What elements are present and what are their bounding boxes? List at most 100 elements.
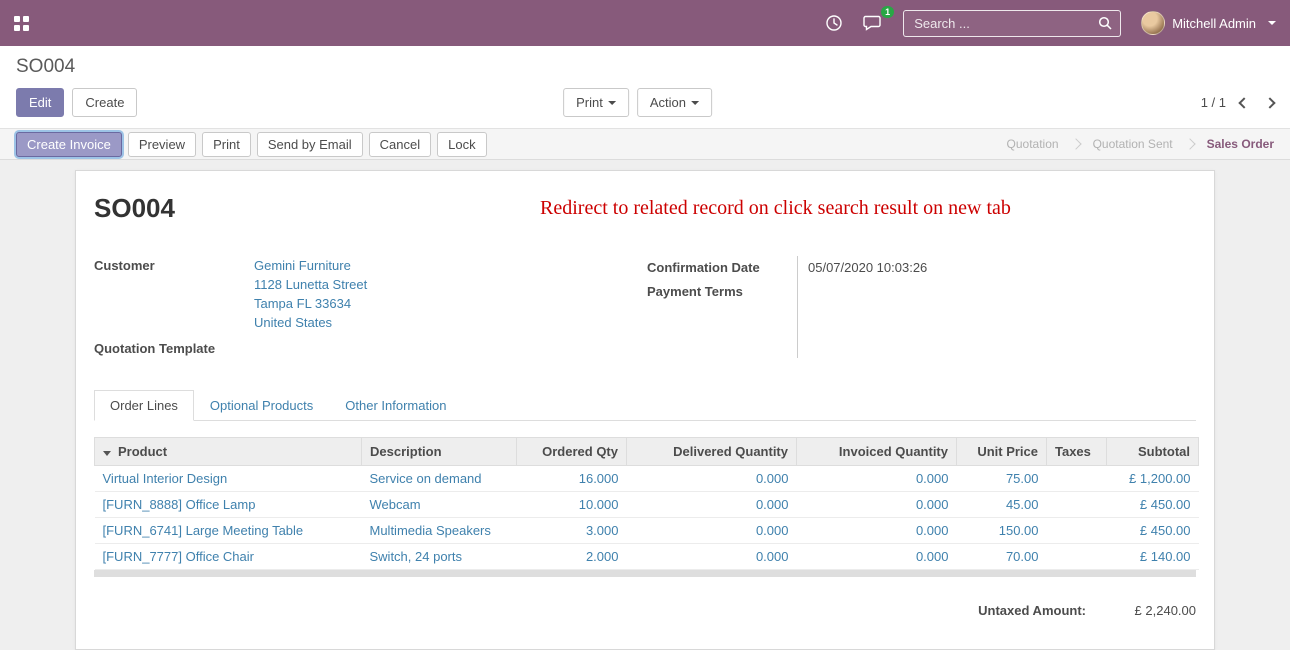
user-avatar xyxy=(1141,11,1165,35)
messages-icon[interactable]: 1 xyxy=(863,14,883,32)
content-area: SO004 Redirect to related record on clic… xyxy=(0,160,1290,650)
create-button[interactable]: Create xyxy=(72,88,137,117)
tab-other-information[interactable]: Other Information xyxy=(329,390,462,421)
untaxed-amount-value: £ 2,240.00 xyxy=(1086,603,1196,618)
create-invoice-button[interactable]: Create Invoice xyxy=(16,132,122,157)
cell-description: Webcam xyxy=(362,492,517,518)
column-header-unit-price[interactable]: Unit Price xyxy=(957,438,1047,466)
print-dropdown-button[interactable]: Print xyxy=(563,88,629,117)
cell-ordered-qty: 10.000 xyxy=(517,492,627,518)
column-header-delivered-quantity[interactable]: Delivered Quantity xyxy=(627,438,797,466)
cell-delivered-qty: 0.000 xyxy=(627,518,797,544)
edit-button[interactable]: Edit xyxy=(16,88,64,117)
column-header-subtotal[interactable]: Subtotal xyxy=(1107,438,1199,466)
order-lines-table: Product Description Ordered Qty Delivere… xyxy=(94,437,1199,570)
customer-value[interactable]: Gemini Furniture 1128 Lunetta Street Tam… xyxy=(254,256,647,332)
edit-create-group: Edit Create xyxy=(16,88,137,117)
table-header-row: Product Description Ordered Qty Delivere… xyxy=(95,438,1199,466)
column-header-ordered-qty[interactable]: Ordered Qty xyxy=(517,438,627,466)
print-button[interactable]: Print xyxy=(202,132,251,157)
column-header-label: Product xyxy=(118,444,167,459)
user-menu[interactable]: Mitchell Admin xyxy=(1141,11,1276,35)
tab-optional-products[interactable]: Optional Products xyxy=(194,390,329,421)
cell-unit-price: 75.00 xyxy=(957,466,1047,492)
notebook-tabs: Order Lines Optional Products Other Info… xyxy=(94,390,1196,421)
column-header-invoiced-quantity[interactable]: Invoiced Quantity xyxy=(797,438,957,466)
table-bottom-strip xyxy=(94,570,1196,577)
cell-description: Multimedia Speakers xyxy=(362,518,517,544)
cell-product[interactable]: [FURN_6741] Large Meeting Table xyxy=(95,518,362,544)
sheet-header: SO004 Redirect to related record on clic… xyxy=(94,189,1196,224)
column-sort-caret-icon xyxy=(103,451,111,456)
breadcrumb[interactable]: SO004 xyxy=(16,55,1274,79)
confirmation-date-label: Confirmation Date xyxy=(647,256,797,280)
systray: 1 Mitchell Admin xyxy=(825,10,1276,37)
payment-terms-label: Payment Terms xyxy=(647,280,797,304)
pager-previous-icon[interactable] xyxy=(1238,97,1249,108)
column-header-taxes[interactable]: Taxes xyxy=(1047,438,1107,466)
untaxed-amount-label: Untaxed Amount: xyxy=(978,603,1086,618)
activities-clock-icon[interactable] xyxy=(825,14,843,32)
column-header-product[interactable]: Product xyxy=(95,438,362,466)
cell-ordered-qty: 2.000 xyxy=(517,544,627,570)
form-sheet: SO004 Redirect to related record on clic… xyxy=(75,170,1215,650)
cell-subtotal: £ 450.00 xyxy=(1107,492,1199,518)
print-action-group: Print Action xyxy=(563,88,712,117)
apps-menu-icon[interactable] xyxy=(14,16,29,31)
cell-invoiced-qty: 0.000 xyxy=(797,518,957,544)
red-annotation-text: Redirect to related record on click sear… xyxy=(175,197,1196,220)
tab-order-lines[interactable]: Order Lines xyxy=(94,390,194,421)
order-line-row[interactable]: [FURN_7777] Office Chair Switch, 24 port… xyxy=(95,544,1199,570)
send-by-email-button[interactable]: Send by Email xyxy=(257,132,363,157)
customer-street: 1128 Lunetta Street xyxy=(254,275,647,294)
cancel-button[interactable]: Cancel xyxy=(369,132,431,157)
chevron-down-icon xyxy=(608,101,616,105)
control-panel-buttons-row: Edit Create Print Action 1 / 1 xyxy=(16,88,1274,117)
chevron-right-icon xyxy=(1070,138,1081,149)
confirmation-date-value: 05/07/2020 10:03:26 xyxy=(808,256,1196,280)
cell-subtotal: £ 450.00 xyxy=(1107,518,1199,544)
chevron-down-icon xyxy=(1268,21,1276,25)
cell-subtotal: £ 1,200.00 xyxy=(1107,466,1199,492)
pager: 1 / 1 xyxy=(1201,95,1274,110)
order-line-row[interactable]: Virtual Interior Design Service on deman… xyxy=(95,466,1199,492)
cell-taxes xyxy=(1047,518,1107,544)
cell-delivered-qty: 0.000 xyxy=(627,466,797,492)
cell-invoiced-qty: 0.000 xyxy=(797,492,957,518)
state-quotation[interactable]: Quotation xyxy=(1007,137,1059,151)
pager-next-icon[interactable] xyxy=(1264,97,1275,108)
topbar-search-box xyxy=(903,10,1121,37)
action-dropdown-button[interactable]: Action xyxy=(637,88,712,117)
state-sales-order[interactable]: Sales Order xyxy=(1207,137,1274,151)
right-field-group: Confirmation Date Payment Terms 05/07/20… xyxy=(647,256,1196,358)
search-icon[interactable] xyxy=(1098,16,1112,30)
preview-button[interactable]: Preview xyxy=(128,132,196,157)
order-line-row[interactable]: [FURN_8888] Office Lamp Webcam 10.000 0.… xyxy=(95,492,1199,518)
control-panel: SO004 Edit Create Print Action 1 / 1 xyxy=(0,46,1290,128)
cell-ordered-qty: 16.000 xyxy=(517,466,627,492)
order-line-row[interactable]: [FURN_6741] Large Meeting Table Multimed… xyxy=(95,518,1199,544)
customer-label: Customer xyxy=(94,256,254,275)
cell-unit-price: 150.00 xyxy=(957,518,1047,544)
cell-product[interactable]: [FURN_8888] Office Lamp xyxy=(95,492,362,518)
cell-invoiced-qty: 0.000 xyxy=(797,466,957,492)
cell-product[interactable]: [FURN_7777] Office Chair xyxy=(95,544,362,570)
state-quotation-sent[interactable]: Quotation Sent xyxy=(1093,137,1173,151)
quotation-template-label: Quotation Template xyxy=(94,339,254,358)
action-dropdown-label: Action xyxy=(650,95,686,110)
field-groups: Customer Gemini Furniture 1128 Lunetta S… xyxy=(94,256,1196,358)
cell-description: Switch, 24 ports xyxy=(362,544,517,570)
search-input[interactable] xyxy=(912,15,1098,32)
state-pipeline: Quotation Quotation Sent Sales Order xyxy=(1007,137,1274,151)
pager-nav xyxy=(1240,99,1274,107)
print-dropdown-label: Print xyxy=(576,95,603,110)
cell-description: Service on demand xyxy=(362,466,517,492)
cell-product[interactable]: Virtual Interior Design xyxy=(95,466,362,492)
cell-taxes xyxy=(1047,492,1107,518)
column-header-description[interactable]: Description xyxy=(362,438,517,466)
right-field-values: 05/07/2020 10:03:26 xyxy=(797,256,1196,358)
cell-taxes xyxy=(1047,544,1107,570)
lock-button[interactable]: Lock xyxy=(437,132,486,157)
chevron-right-icon xyxy=(1184,138,1195,149)
cell-invoiced-qty: 0.000 xyxy=(797,544,957,570)
